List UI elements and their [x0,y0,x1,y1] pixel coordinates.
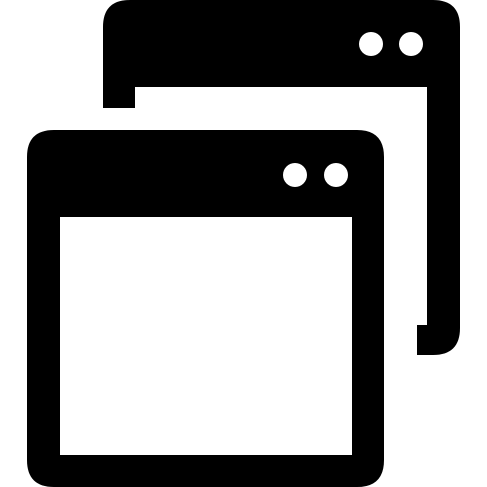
front-window-icon [27,130,384,487]
back-window-dot-2 [399,32,423,56]
back-window-dot-1 [359,32,383,56]
front-window-dot-2 [324,163,348,187]
multiple-windows-icon [27,0,460,487]
icon-canvas [0,0,487,487]
front-window-dot-1 [283,163,307,187]
